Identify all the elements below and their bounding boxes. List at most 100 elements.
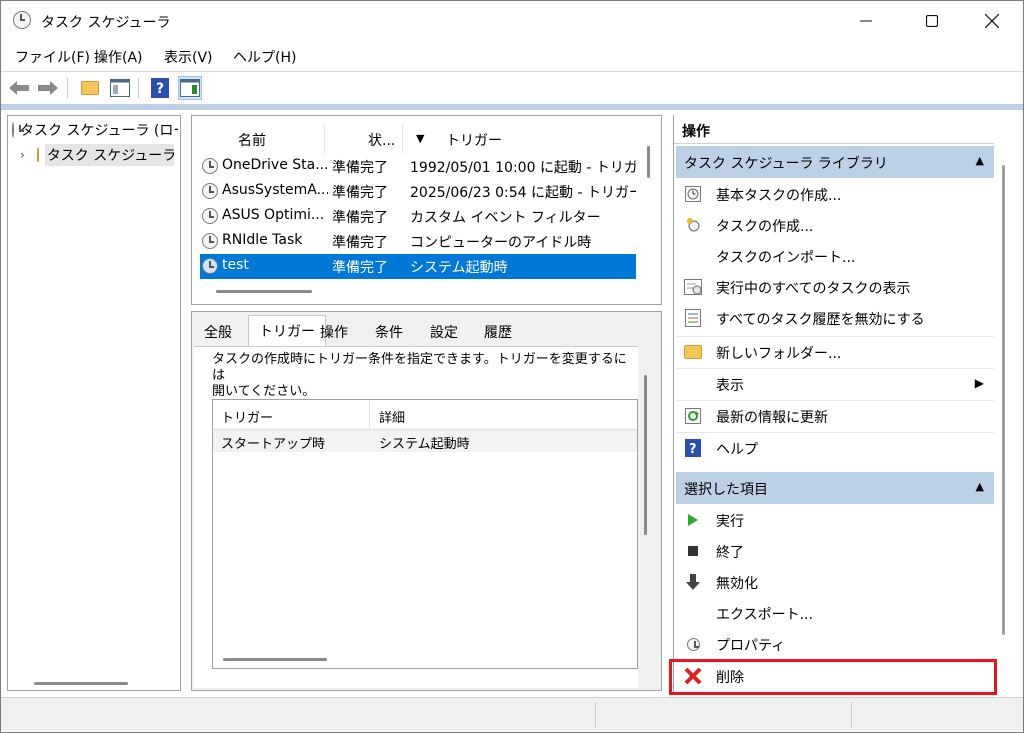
task-row[interactable]: OneDrive Sta... 準備完了 1992/05/01 10:00 に起… (200, 154, 636, 179)
menu-action[interactable]: 操作(A) (94, 47, 143, 67)
help-toolbar-button[interactable]: ? (148, 76, 172, 100)
task-row-selected[interactable]: test 準備完了 システム起動時 (200, 254, 636, 279)
delete-highlight-box (669, 659, 997, 695)
action-label: 実行 (716, 514, 744, 530)
tab-general[interactable]: 全般 (194, 318, 242, 346)
column-status[interactable]: 状... (368, 130, 395, 150)
tab-history[interactable]: 履歴 (474, 318, 522, 346)
disable-icon (684, 573, 702, 591)
menu-help[interactable]: ヘルプ(H) (233, 47, 296, 67)
trigger-table-horizontal-scrollbar[interactable] (223, 658, 327, 661)
task-list-vertical-scrollbar[interactable] (647, 146, 650, 178)
chevron-right-icon: ▶ (974, 376, 984, 390)
column-name[interactable]: 名前 (238, 130, 266, 150)
maximize-button[interactable] (909, 1, 955, 41)
section-library-label: タスク スケジューラ ライブラリ (684, 156, 888, 172)
action-label: すべてのタスク履歴を無効にする (716, 312, 925, 328)
action-disable-all-history[interactable]: すべてのタスク履歴を無効にする (676, 303, 994, 334)
header-trigger[interactable]: トリガー (221, 407, 273, 426)
up-folder-button[interactable] (78, 76, 102, 100)
svg-text:?: ? (689, 442, 697, 457)
action-refresh[interactable]: 最新の情報に更新 (676, 400, 994, 431)
task-name: AsusSystemA... (222, 182, 328, 198)
show-action-pane-button[interactable] (178, 76, 202, 100)
tab-actions[interactable]: 操作 (310, 318, 358, 346)
task-row[interactable]: ASUS Optimi... 準備完了 カスタム イベント フィルター (200, 204, 636, 229)
trigger-description-line2: 開いてください。 (212, 384, 316, 399)
close-button[interactable] (969, 1, 1015, 41)
trigger-row[interactable]: スタートアップ時 システム起動時 (213, 430, 637, 452)
task-clock-icon (202, 158, 218, 174)
running-tasks-icon (684, 278, 702, 296)
action-create-task[interactable]: タスクの作成... (676, 210, 994, 241)
sort-desc-icon: ▼ (416, 132, 425, 145)
action-create-basic-task[interactable]: 基本タスクの作成... (676, 179, 994, 210)
action-help[interactable]: ? ヘルプ (676, 432, 994, 463)
tab-conditions[interactable]: 条件 (365, 318, 413, 346)
action-label: タスクの作成... (716, 219, 814, 235)
task-row[interactable]: AsusSystemA... 準備完了 2025/06/23 0:54 に起動 … (200, 179, 636, 204)
collapse-up-icon[interactable]: ▲ (976, 154, 984, 167)
action-properties[interactable]: プロパティ (676, 629, 994, 660)
trigger-tab-content: タスクの作成時にトリガー条件を指定できます。トリガーを変更するには 開いてくださ… (194, 346, 647, 688)
toolbar-bottom-band (1, 104, 1023, 110)
task-trigger: コンピューターのアイドル時 (410, 235, 592, 251)
create-task-icon (684, 216, 702, 234)
clock-icon (12, 122, 24, 138)
action-disable[interactable]: 無効化 (676, 567, 994, 598)
task-list-pane: 名前 状... ▼ トリガー OneDrive Sta... 準備完了 1992… (191, 115, 662, 305)
task-clock-icon (202, 233, 218, 249)
status-bar (1, 697, 1023, 731)
task-clock-icon (202, 208, 218, 224)
tree-item-library[interactable]: › タスク スケジューラ ライブラリ (20, 143, 174, 167)
help-icon: ? (151, 78, 169, 98)
actions-vertical-scrollbar[interactable] (1002, 165, 1005, 635)
minimize-button[interactable] (843, 1, 889, 41)
library-folder-icon (36, 148, 39, 162)
menu-view[interactable]: 表示(V) (164, 47, 213, 67)
menu-bar: ファイル(F) 操作(A) 表示(V) ヘルプ(H) (1, 41, 1023, 71)
action-export[interactable]: エクスポート... (676, 598, 994, 629)
menu-file[interactable]: ファイル(F) (15, 47, 90, 67)
action-label: 基本タスクの作成... (716, 188, 842, 204)
arrow-right-icon (38, 81, 58, 95)
back-button[interactable] (7, 76, 31, 100)
trigger-tab-vertical-scrollbar[interactable] (644, 375, 647, 535)
action-import-task[interactable]: タスクのインポート... (676, 241, 994, 272)
chevron-right-icon[interactable]: › (20, 148, 25, 162)
column-trigger[interactable]: トリガー (446, 130, 502, 150)
column-separator (324, 124, 325, 154)
trigger-table: トリガー 詳細 スタートアップ時 システム起動時 (212, 399, 638, 669)
task-name: OneDrive Sta... (222, 157, 328, 173)
tree-root[interactable]: タスク スケジューラ (ローカル) (12, 118, 178, 142)
task-status: 準備完了 (332, 260, 388, 276)
forward-button[interactable] (36, 76, 60, 100)
action-label: タスクのインポート... (716, 250, 856, 266)
action-new-folder[interactable]: 新しいフォルダー... (676, 336, 994, 367)
collapse-up-icon[interactable]: ▲ (976, 480, 984, 493)
task-status: 準備完了 (332, 235, 388, 251)
task-trigger: システム起動時 (410, 260, 508, 276)
tree-horizontal-scrollbar[interactable] (34, 682, 128, 685)
basic-task-icon (684, 185, 702, 203)
task-row[interactable]: RNIdle Task 準備完了 コンピューターのアイドル時 (200, 229, 636, 254)
task-detail-pane: 全般 トリガー 操作 条件 設定 履歴 タスクの作成時にトリガー条件を指定できま… (191, 311, 662, 691)
column-separator (402, 124, 403, 154)
task-name: RNIdle Task (222, 232, 303, 248)
svg-text:?: ? (156, 81, 164, 97)
action-run[interactable]: 実行 (676, 505, 994, 536)
tab-settings[interactable]: 設定 (420, 318, 468, 346)
trigger-description: タスクの作成時にトリガー条件を指定できます。トリガーを変更するには 開いてくださ… (212, 352, 632, 400)
status-separator (595, 702, 596, 728)
section-library-header[interactable]: タスク スケジューラ ライブラリ ▲ (676, 146, 994, 178)
show-hide-tree-button[interactable] (108, 76, 132, 100)
header-detail[interactable]: 詳細 (379, 407, 405, 426)
clock-app-icon (13, 11, 33, 31)
task-list-horizontal-scrollbar[interactable] (216, 290, 312, 293)
action-display-running-tasks[interactable]: 実行中のすべてのタスクの表示 (676, 272, 994, 303)
action-end[interactable]: 終了 (676, 536, 994, 567)
section-selected-header[interactable]: 選択した項目 ▲ (676, 472, 994, 504)
folder-up-icon (81, 81, 99, 95)
action-view[interactable]: 表示 ▶ (676, 368, 994, 399)
console-tree-pane: タスク スケジューラ (ローカル) › タスク スケジューラ ライブラリ (7, 115, 181, 691)
